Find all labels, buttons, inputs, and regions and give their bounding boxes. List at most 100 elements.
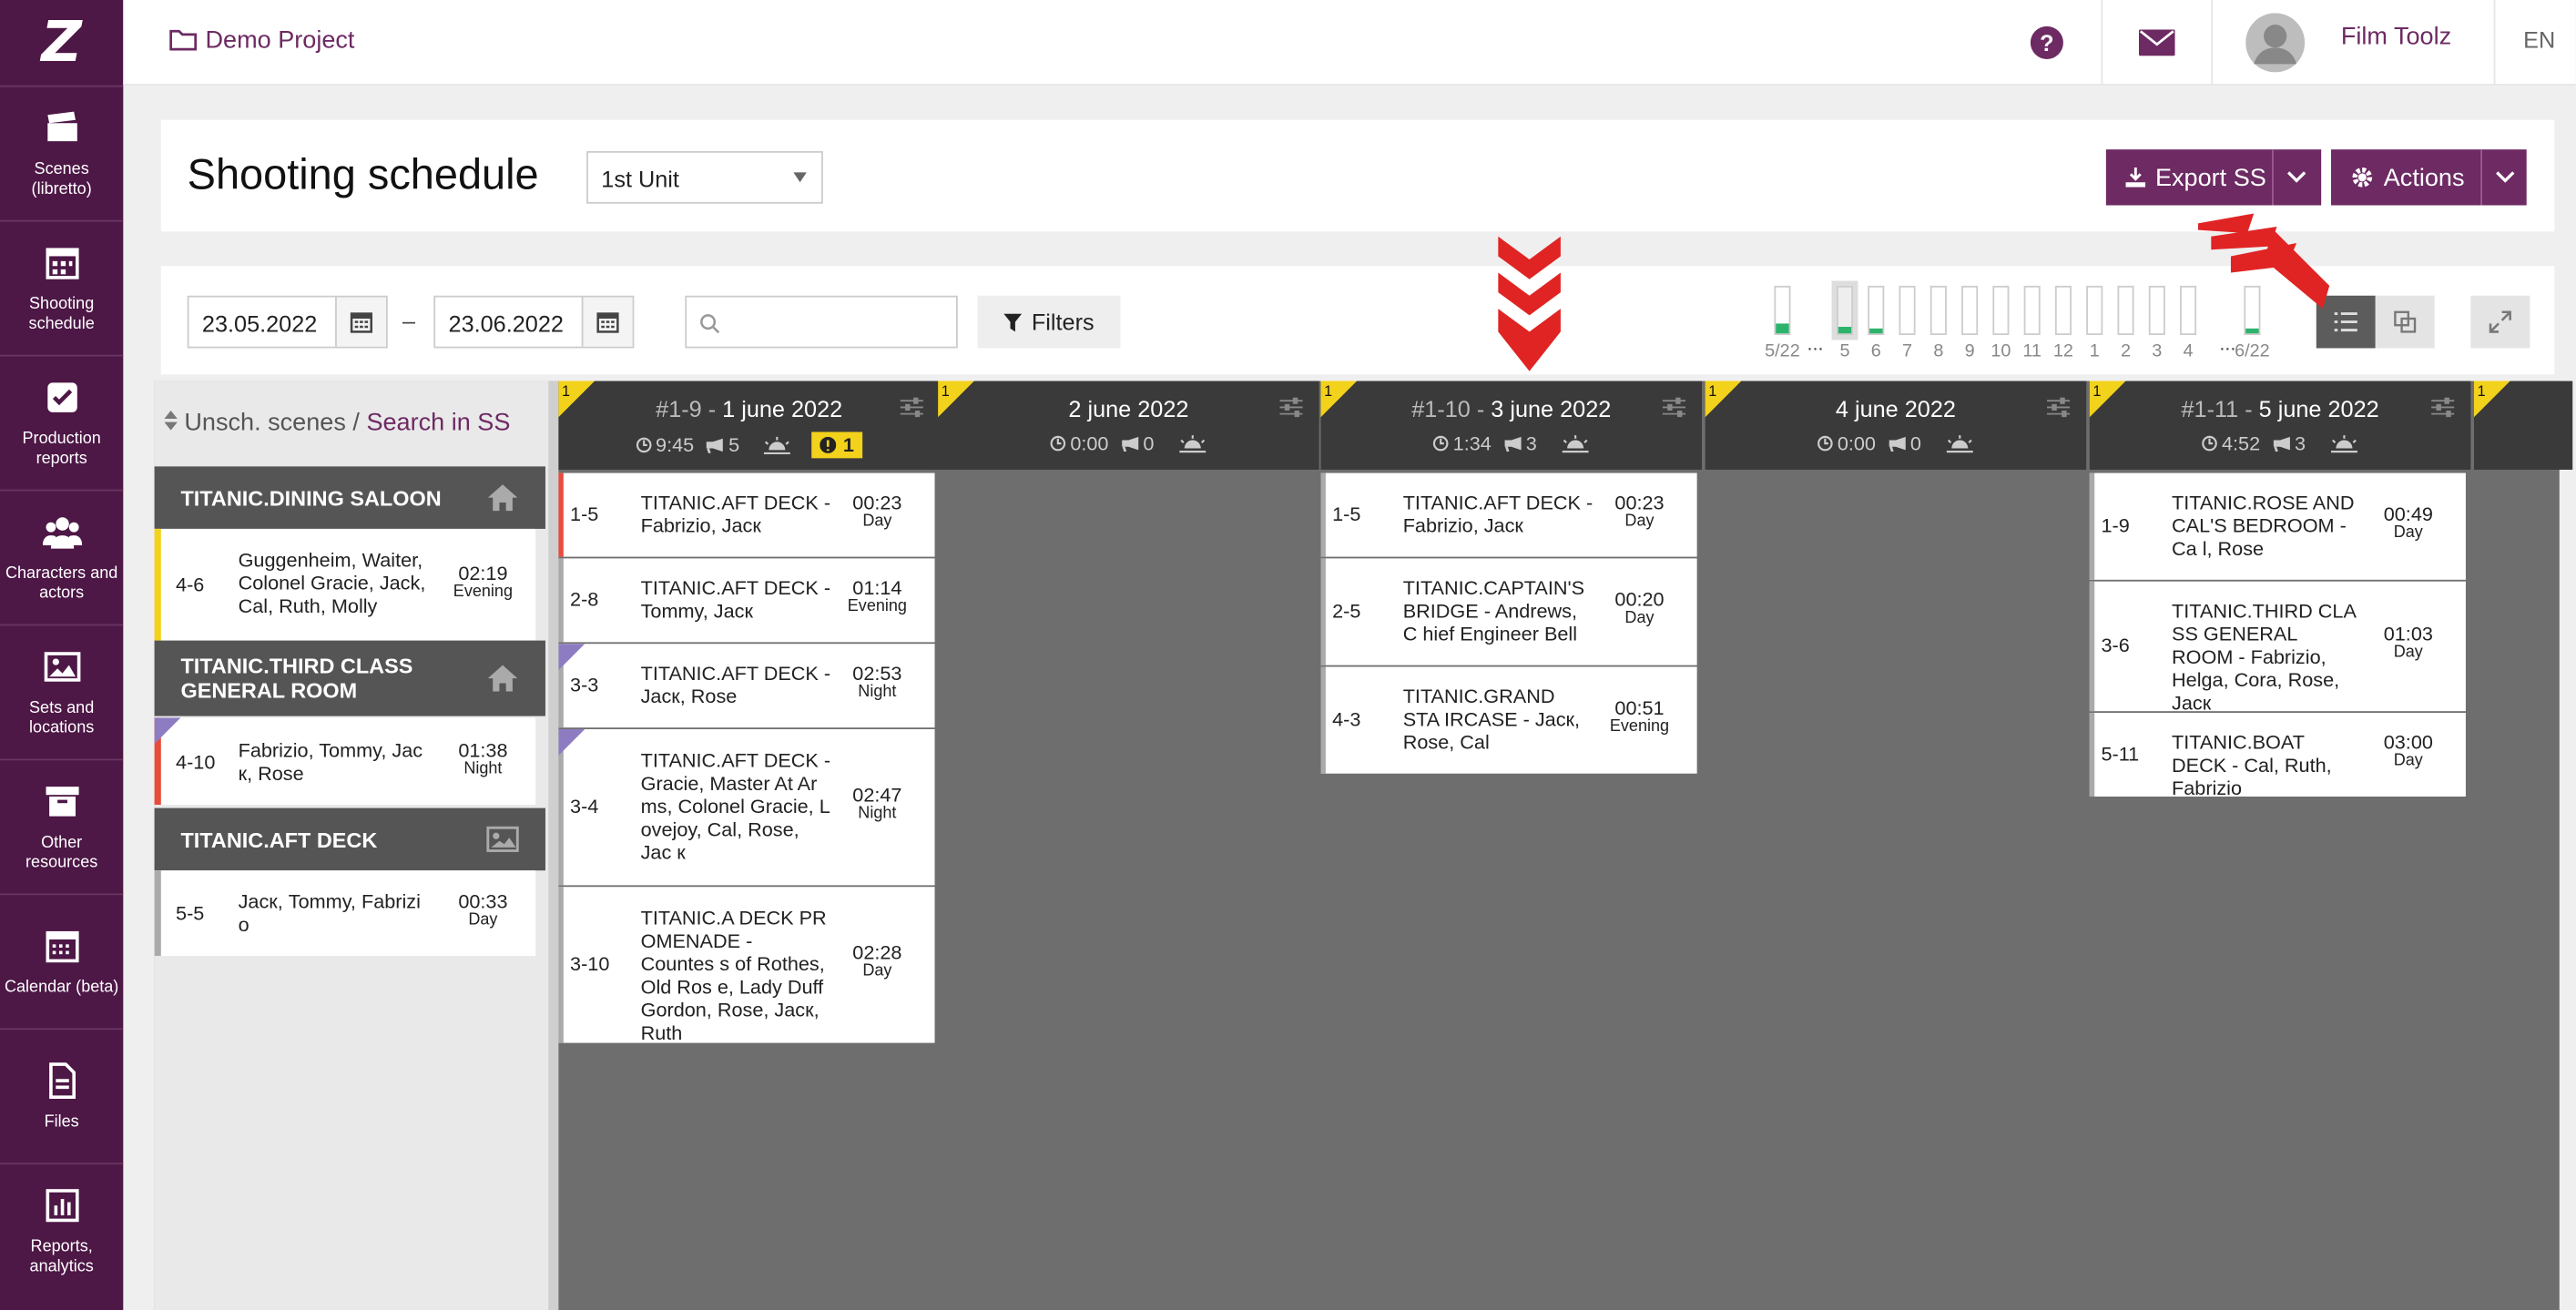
density-bar[interactable] [1929,285,1947,336]
sliders-icon[interactable] [2046,397,2071,418]
sidebar-item-characters[interactable]: Characters and actors [0,489,124,625]
unit-select[interactable]: 1st Unit [586,150,823,204]
density-bar[interactable] [1992,285,2010,336]
clapperboard-icon [46,110,76,141]
sidebar-item-production-reports[interactable]: Production reports [0,354,124,490]
scheduled-scene-card[interactable]: 3-6 TITANIC.THIRD CLA SS GENERAL ROOM - F… [2089,581,2466,715]
scene-daypart: Day [1624,609,1655,628]
day-title: #1-9 - 1 june 2022 [558,396,940,422]
sidebar-item-files[interactable]: Files [0,1028,124,1163]
scheduled-scene-card[interactable]: 3-4 TITANIC.AFT DECK - Gracie, Master At … [558,729,935,886]
sliders-icon[interactable] [1279,397,1303,418]
density-bar-fill [2245,328,2259,334]
unscheduled-panel: Unsch. scenes / Search in SS TITANIC.DIN… [154,381,549,1310]
fullscreen-button[interactable] [2470,295,2530,349]
location-group-header[interactable]: TITANIC.AFT DECK [154,807,545,871]
scheduled-scene-card[interactable]: 5-11 TITANIC.BOAT DECK - Cal, Ruth, Fabri… [2089,712,2466,800]
density-bar[interactable] [2086,285,2103,336]
grid-view-button[interactable] [2375,295,2435,349]
day-meta: 0:00 0 [938,432,1319,455]
calendar-picker-icon[interactable] [335,297,386,347]
scheduled-scene-card[interactable]: 2-5 TITANIC.CAPTAIN'S BRIDGE - Andrews, C… [1320,558,1697,665]
scheduled-scene-card[interactable]: 2-8 TITANIC.AFT DECK - Tommy, Jacк 01:14 Ev… [558,558,935,643]
project-link[interactable]: Demo Project [169,26,354,55]
shooting-day-header[interactable]: 1 [2473,381,2573,470]
sidebar-item-reports[interactable]: Reports, analytics [0,1163,124,1297]
location-group-header[interactable]: TITANIC.DINING SALOON [154,466,545,529]
scheduled-scene-card[interactable]: 3-3 TITANIC.AFT DECK - Jacк, Rose 02:53 Nig… [558,644,935,728]
scene-time: 00:20 [1614,587,1665,612]
density-bar[interactable] [1774,285,1791,336]
sidebar-item-scenes[interactable]: Scenes (libretto) [0,85,124,220]
unscheduled-scene-card[interactable]: 5-5 Jacк, Tommy, Fabrizi o 00:33 Day [154,870,536,956]
app-logo[interactable]: Z [0,0,123,86]
sliders-icon[interactable] [1662,397,1686,418]
sliders-icon[interactable] [2431,397,2455,418]
filters-button[interactable]: Filters [977,295,1121,349]
warning-badge[interactable]: 1 [811,432,862,459]
chevron-down-icon[interactable] [2495,169,2515,186]
clock-icon [1051,435,1066,452]
shooting-day-header[interactable]: 12 june 2022 0:00 0 [938,381,1319,470]
scheduled-scene-card[interactable]: 1-9 TITANIC.ROSE AND CAL'S BEDROOM - Ca l… [2089,472,2466,580]
help-button[interactable]: ? [2008,0,2087,86]
user-name[interactable]: Film Toolz [2341,23,2451,51]
sort-icon[interactable] [164,411,178,431]
sliders-icon[interactable] [900,397,923,418]
sidebar-item-calendar[interactable]: Calendar (beta) [0,893,124,1028]
density-bar-label: 8 [1933,341,1944,361]
search-input[interactable] [685,295,958,349]
unscheduled-scene-card[interactable]: 4-10 Fabrizio, Tommy, Jac к, Rose 01:38 Nig… [154,717,536,806]
density-bar[interactable] [1831,280,1858,340]
scheduled-scene-card[interactable]: 1-5 TITANIC.AFT DECK - Fabrizio, Jacк 00:2… [558,472,935,557]
envelope-icon [2138,29,2175,56]
location-group-header[interactable]: TITANIC.THIRD CLASS GENERAL ROOM [154,640,545,716]
density-bar[interactable] [2180,285,2197,336]
avatar[interactable] [2243,0,2308,86]
shooting-day-column: 12 june 2022 0:00 0 [938,381,1319,1310]
unscheduled-scrollbar[interactable] [548,381,559,1310]
density-bar[interactable] [1899,285,1916,336]
scheduled-scene-card[interactable]: 1-5 TITANIC.AFT DECK - Fabrizio, Jacк 00:2… [1320,472,1697,557]
sidebar-item-shooting-schedule[interactable]: Shooting schedule [0,219,124,355]
calendar-picker-icon[interactable] [581,297,633,347]
density-bar[interactable] [2148,285,2165,336]
actions-button[interactable]: Actions [2331,149,2527,206]
density-bar[interactable] [1868,285,1885,336]
scene-description: TITANIC.AFT DECK - Fabrizio, Jacк [1402,491,1593,537]
scene-time: 00:49 [2383,503,2433,526]
scene-number: 4-6 [176,573,205,596]
topbar-divider [2211,0,2214,86]
shooting-day-header[interactable]: 14 june 2022 0:00 0 [1705,381,2087,470]
density-bar[interactable] [2054,285,2072,336]
scene-duration: 01:14 Evening [836,578,918,617]
sidebar-item-other-resources[interactable]: Other resources [0,758,124,893]
shooting-day-header[interactable]: 1 #1-10 - 3 june 2022 1:34 3 [1320,381,1703,470]
messages-button[interactable] [2103,0,2211,86]
language-switch[interactable]: EN [2523,26,2555,53]
export-ss-button[interactable]: Export SS [2105,149,2322,206]
schedule-board: Unsch. scenes / Search in SS TITANIC.DIN… [154,381,2573,1310]
date-from-input[interactable]: 23.05.2022 [187,295,388,349]
day-meta: 0:00 0 [1705,432,2087,455]
shooting-day-header[interactable]: 1 #1-9 - 1 june 2022 9:45 5 1 [558,381,940,470]
sidebar-item-sets[interactable]: Sets and locations [0,624,124,759]
shooting-day-column: 1 [2473,381,2573,1310]
shooting-day-column: 14 june 2022 0:00 0 [1705,381,2087,1310]
density-bar[interactable] [2023,285,2041,336]
scheduled-scene-card[interactable]: 3-10 TITANIC.A DECK PR OMENADE - Countes … [558,887,935,1044]
search-in-ss-link[interactable]: Search in SS [366,409,510,437]
chevron-down-icon[interactable] [2286,169,2306,186]
density-bar[interactable] [1961,285,1979,336]
unscheduled-scene-card[interactable]: 4-6 Guggenheim, Waiter, Colonel Gracie, J… [154,528,536,641]
scene-daypart: Evening [847,597,907,616]
location-group-title: TITANIC.DINING SALOON [180,485,442,511]
scene-time: 02:47 [852,783,902,807]
shooting-day-header[interactable]: 1 #1-11 - 5 june 2022 4:52 3 [2089,381,2471,470]
density-bar[interactable] [2117,285,2134,336]
scheduled-scene-card[interactable]: 4-3 TITANIC.GRAND STA IRCASE - Jacк, Rose… [1320,666,1697,774]
date-to-input[interactable]: 23.06.2022 [433,295,635,349]
page-title: Shooting schedule [187,149,539,199]
scene-description: TITANIC.GRAND STA IRCASE - Jacк, Rose, C… [1402,685,1581,755]
clock-icon [1433,435,1450,452]
